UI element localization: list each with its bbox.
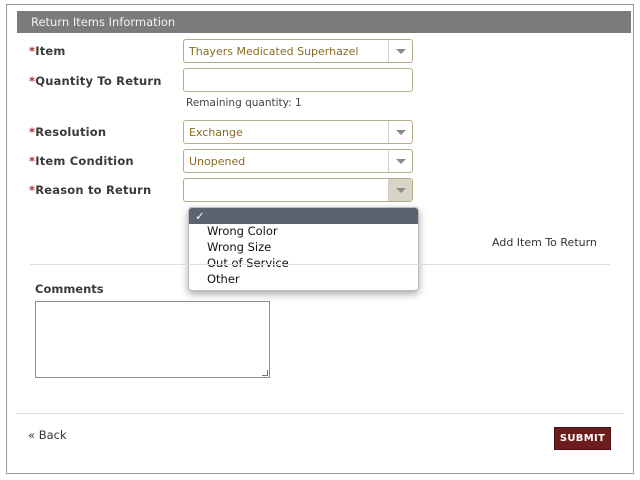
submit-button[interactable]: SUBMIT: [554, 427, 611, 450]
reason-label: *Reason to Return: [29, 183, 152, 197]
add-item-link[interactable]: Add Item To Return: [492, 236, 597, 249]
resolution-select-value: Exchange: [189, 126, 243, 139]
comments-textarea[interactable]: [35, 301, 270, 378]
chevron-down-icon: [388, 150, 412, 172]
remaining-quantity-hint: Remaining quantity: 1: [186, 97, 302, 109]
reason-option-other[interactable]: Other: [189, 271, 418, 287]
chevron-down-icon: [388, 121, 412, 143]
chevron-down-icon: [388, 179, 412, 201]
resolution-label: *Resolution: [29, 125, 107, 139]
condition-select-value: Unopened: [189, 155, 246, 168]
divider: [30, 264, 610, 265]
reason-select[interactable]: [183, 178, 413, 202]
condition-select[interactable]: Unopened: [183, 149, 413, 173]
reason-option-wrong-size[interactable]: Wrong Size: [189, 239, 418, 255]
condition-label: *Item Condition: [29, 154, 134, 168]
section-title: Return Items Information: [31, 15, 176, 29]
chevron-down-icon: [388, 40, 412, 62]
quantity-input[interactable]: [183, 68, 413, 92]
resolution-select[interactable]: Exchange: [183, 120, 413, 144]
item-label: *Item: [29, 44, 66, 58]
divider: [16, 413, 624, 414]
quantity-label: *Quantity To Return: [29, 74, 162, 88]
back-link[interactable]: « Back: [28, 428, 67, 442]
item-select[interactable]: Thayers Medicated Superhazel: [183, 39, 413, 63]
reason-option-out-of-service[interactable]: Out of Service: [189, 255, 418, 271]
reason-option-wrong-color[interactable]: Wrong Color: [189, 223, 418, 239]
section-header: Return Items Information: [17, 11, 631, 33]
item-select-value: Thayers Medicated Superhazel: [189, 45, 359, 58]
reason-dropdown-list: ✓ Wrong Color Wrong Size Out of Service …: [188, 207, 419, 291]
reason-option-blank[interactable]: ✓: [189, 208, 418, 224]
comments-label: Comments: [35, 282, 104, 296]
resize-grip-icon[interactable]: [262, 370, 268, 376]
